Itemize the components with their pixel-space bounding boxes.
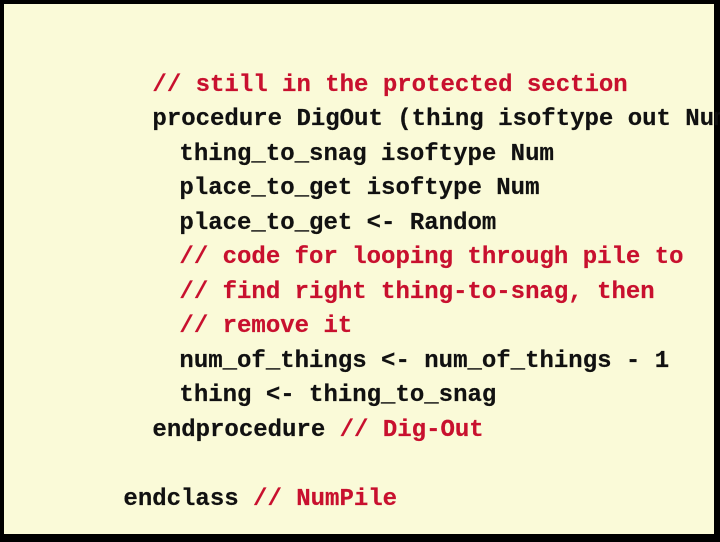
code-line-5: place_to_get <- Random	[93, 182, 496, 237]
code-line-10: thing <- thing_to_snag	[93, 354, 496, 409]
code-line-3: thing_to_snag isoftype Num	[93, 113, 554, 168]
code-text: endclass	[123, 486, 254, 513]
code-line-7: // find right thing-to-snag, then	[93, 251, 654, 306]
code-listing: // still in the protected section proced…	[4, 4, 720, 534]
code-line-4: place_to_get isoftype Num	[93, 147, 539, 202]
code-line-6: // code for looping through pile to	[93, 216, 683, 271]
code-comment: // NumPile	[253, 486, 398, 513]
code-line-9: num_of_things <- num_of_things - 1	[93, 320, 669, 375]
code-line-12: endclass // NumPile	[37, 458, 397, 513]
code-line-1: // still in the protected section	[66, 44, 627, 99]
code-text: endprocedure	[152, 417, 340, 444]
code-line-2: procedure DigOut (thing isoftype out Num…	[66, 78, 720, 133]
code-line-11: endprocedure // Dig-Out	[66, 389, 483, 444]
slide: // still in the protected section proced…	[4, 4, 720, 534]
code-comment: // Dig-Out	[339, 417, 484, 444]
code-line-8: // remove it	[93, 285, 352, 340]
